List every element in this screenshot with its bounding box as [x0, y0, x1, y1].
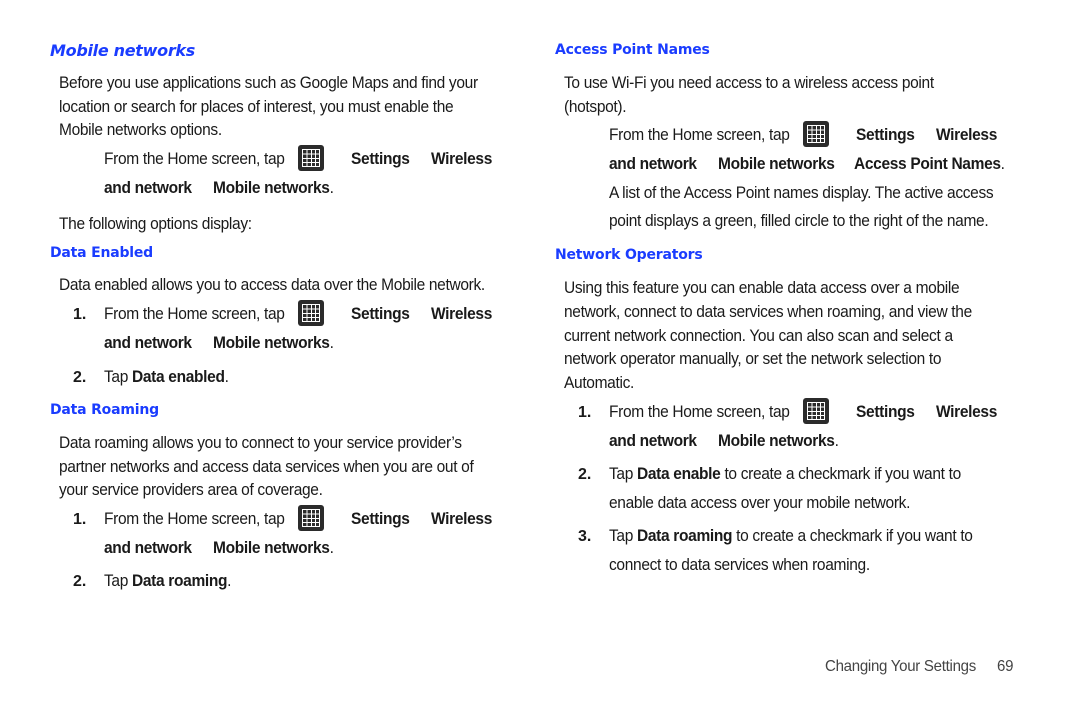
- step-number: 2.: [73, 573, 87, 590]
- settings-label: Settings: [856, 126, 915, 144]
- and-network-label: and network: [104, 334, 192, 352]
- tap-text: Tap: [609, 465, 634, 483]
- wireless-label: Wireless: [936, 126, 998, 144]
- operators-intro-line-5: Automatic.: [564, 374, 634, 392]
- operators-step3-line-1: Tap Data roaming to create a checkmark i…: [609, 527, 973, 546]
- data-enable-option: Data enable: [637, 465, 721, 483]
- mobile-networks-bold: Mobile networks: [213, 539, 330, 557]
- settings-label: Settings: [351, 510, 410, 528]
- operators-step1-prefix: From the Home screen, tap: [609, 403, 790, 421]
- mobile-networks-label: Mobile networks.: [213, 334, 334, 353]
- mobile-networks-bold: Mobile networks: [213, 179, 330, 197]
- mobile-networks-label: Mobile networks.: [213, 539, 334, 558]
- footer-section-title: Changing Your Settings: [825, 658, 977, 675]
- step-number: 3.: [578, 528, 592, 545]
- apps-grid-icon: [298, 145, 324, 171]
- step-number: 2.: [73, 369, 87, 386]
- page-number: 69: [997, 658, 1014, 675]
- tap-text: Tap: [609, 527, 634, 545]
- tap-text: Tap: [104, 572, 129, 590]
- data-roaming-option: Data roaming: [132, 572, 228, 590]
- wireless-label: Wireless: [936, 403, 998, 421]
- step-number: 2.: [578, 466, 592, 483]
- settings-label: Settings: [351, 150, 410, 168]
- data-roaming-step1-prefix: From the Home screen, tap: [104, 510, 285, 528]
- operators-intro-line-3: current network connection. You can also…: [564, 327, 953, 345]
- apn-label: Access Point Names.: [854, 155, 1005, 174]
- period: .: [834, 432, 839, 450]
- data-roaming-intro-line-1: Data roaming allows you to connect to yo…: [59, 434, 462, 452]
- operators-step2-line-2: enable data access over your mobile netw…: [609, 494, 911, 512]
- operators-intro-line-4: network operator manually, or set the ne…: [564, 350, 942, 368]
- operators-step2-line-1: Tap Data enable to create a checkmark if…: [609, 465, 961, 484]
- apn-step-prefix: From the Home screen, tap: [609, 126, 790, 144]
- period: .: [329, 539, 334, 557]
- mobile-networks-bold: Mobile networks: [718, 432, 835, 450]
- operators-intro-line-2: network, connect to data services when r…: [564, 303, 972, 321]
- apps-grid-icon: [298, 505, 324, 531]
- data-enabled-step1-prefix: From the Home screen, tap: [104, 305, 285, 323]
- apn-result-line-1: A list of the Access Point names display…: [609, 184, 994, 202]
- apn-bold: Access Point Names: [854, 155, 1001, 173]
- apn-result-line-2: point displays a green, filled circle to…: [609, 212, 989, 230]
- data-enabled-step2: Tap Data enabled.: [104, 368, 229, 387]
- period: .: [227, 572, 232, 590]
- data-roaming-step2: Tap Data roaming.: [104, 572, 232, 591]
- following-options: The following options display:: [59, 215, 252, 233]
- apn-intro-line-1: To use Wi-Fi you need access to a wirele…: [564, 74, 934, 92]
- mobile-networks-intro-line-3: Mobile networks options.: [59, 121, 222, 139]
- data-roaming-intro-line-3: your service providers area of coverage.: [59, 481, 323, 499]
- heading-data-roaming: Data Roaming: [50, 402, 159, 418]
- period: .: [329, 179, 334, 197]
- mobile-networks-label: Mobile networks.: [213, 179, 334, 198]
- apps-grid-icon: [298, 300, 324, 326]
- heading-mobile-networks: Mobile networks: [50, 41, 195, 60]
- and-network-label: and network: [609, 155, 697, 173]
- apps-grid-icon: [803, 121, 829, 147]
- data-roaming-intro-line-2: partner networks and access data service…: [59, 458, 474, 476]
- step2-rest: to create a checkmark if you want to: [720, 465, 961, 483]
- heading-data-enabled: Data Enabled: [50, 245, 153, 261]
- mobile-networks-intro-line-1: Before you use applications such as Goog…: [59, 74, 478, 92]
- and-network-label: and network: [104, 539, 192, 557]
- operators-intro-line-1: Using this feature you can enable data a…: [564, 279, 960, 297]
- operators-step3-line-2: connect to data services when roaming.: [609, 556, 870, 574]
- mobile-networks-step-prefix: From the Home screen, tap: [104, 150, 285, 168]
- period: .: [1000, 155, 1005, 173]
- wireless-label: Wireless: [431, 150, 493, 168]
- heading-access-point-names: Access Point Names: [555, 42, 710, 58]
- step-number: 1.: [73, 511, 87, 528]
- mobile-networks-intro-line-2: location or search for places of interes…: [59, 98, 454, 116]
- settings-label: Settings: [351, 305, 410, 323]
- settings-label: Settings: [856, 403, 915, 421]
- data-enabled-intro: Data enabled allows you to access data o…: [59, 276, 485, 294]
- mobile-networks-label: Mobile networks: [718, 155, 835, 173]
- apps-grid-icon: [803, 398, 829, 424]
- wireless-label: Wireless: [431, 305, 493, 323]
- step-number: 1.: [578, 404, 592, 421]
- period: .: [224, 368, 229, 386]
- period: .: [329, 334, 334, 352]
- and-network-label: and network: [104, 179, 192, 197]
- data-enabled-option: Data enabled: [132, 368, 225, 386]
- wireless-label: Wireless: [431, 510, 493, 528]
- data-roaming-option: Data roaming: [637, 527, 733, 545]
- apn-intro-line-2: (hotspot).: [564, 98, 627, 116]
- mobile-networks-bold: Mobile networks: [213, 334, 330, 352]
- and-network-label: and network: [609, 432, 697, 450]
- mobile-networks-label: Mobile networks.: [718, 432, 839, 451]
- tap-text: Tap: [104, 368, 129, 386]
- heading-network-operators: Network Operators: [555, 247, 703, 263]
- step-number: 1.: [73, 306, 87, 323]
- step3-rest: to create a checkmark if you want to: [732, 527, 973, 545]
